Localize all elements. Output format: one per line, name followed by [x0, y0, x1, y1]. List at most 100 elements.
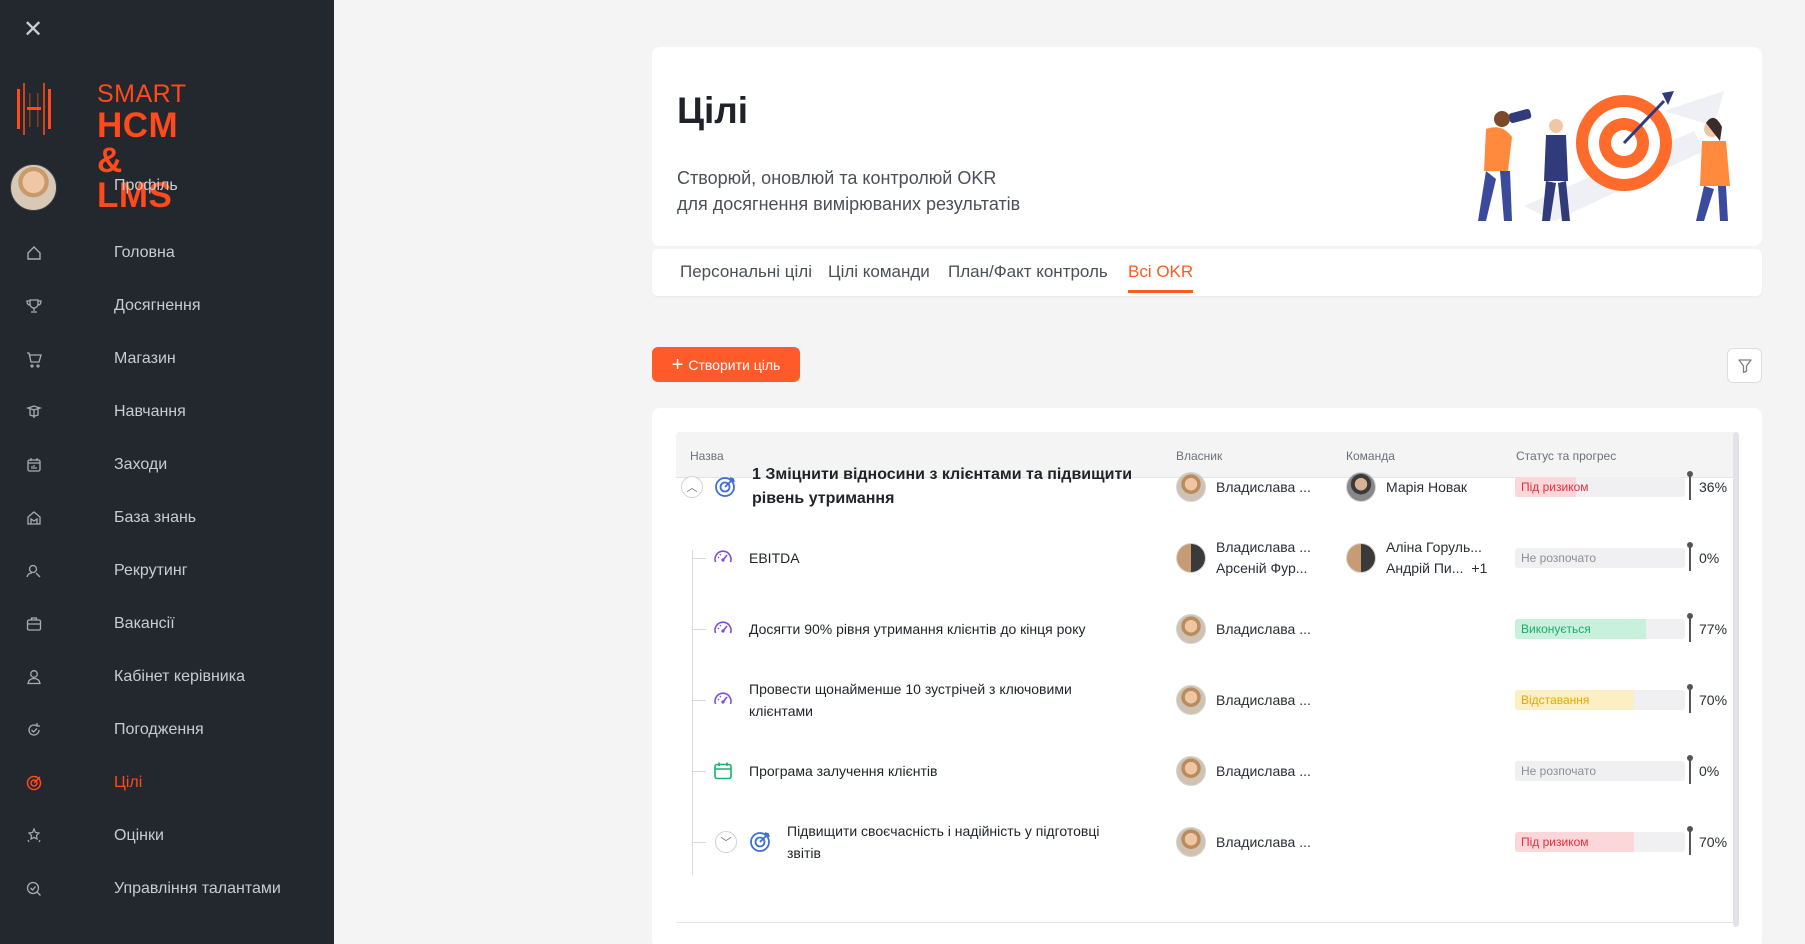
user-icon [27, 670, 41, 685]
owner-cell[interactable]: Владислава ... Арсеній Фур... [1176, 537, 1311, 579]
team-member-name: Андрій Пи... [1386, 560, 1464, 576]
status-progress-bar[interactable]: Не розпочато [1515, 548, 1685, 568]
owner-name: Владислава ... [1216, 762, 1311, 779]
avatar [1176, 614, 1206, 644]
objective-target-icon [750, 832, 770, 852]
target-marker [1687, 755, 1693, 784]
sidebar-item-label: Головна [114, 244, 175, 261]
sidebar-item-label: Профіль [114, 177, 178, 194]
sidebar-item-profile[interactable]: Профіль [10, 162, 334, 212]
owner-name: Владислава ... [1216, 478, 1311, 495]
target-marker [1687, 826, 1693, 855]
sidebar-item[interactable]: Оцінки [0, 816, 334, 856]
goal-title[interactable]: Провести щонайменше 10 зустрічей з ключо… [749, 678, 1072, 722]
status-badge: Під ризиком [1521, 835, 1589, 849]
table-row[interactable]: Програма залучення клієнтів Владислава ..… [652, 735, 1732, 807]
goal-title[interactable]: 1 Зміцнити відносини з клієнтами та підв… [752, 463, 1132, 511]
scrollbar[interactable] [1733, 432, 1739, 927]
chevron-up-icon[interactable]: ︿ [681, 476, 703, 498]
owner-cell[interactable]: Владислава ... [1176, 614, 1311, 644]
tab-plan-fact[interactable]: План/Факт контроль [948, 262, 1108, 290]
owner-name: Владислава ... [1216, 539, 1311, 555]
target-marker [1687, 471, 1693, 500]
avatar [10, 163, 57, 211]
owner-cell[interactable]: Владислава ... [1176, 685, 1311, 715]
table-row[interactable]: ﹀ Підвищити своєчасність і надійність у п… [652, 806, 1732, 878]
status-progress-bar[interactable]: Виконується [1515, 619, 1685, 639]
owner-name: Арсеній Фур... [1216, 560, 1308, 576]
owner-name: Владислава ... [1216, 691, 1311, 708]
tree-branch [692, 558, 706, 559]
sidebar-item[interactable]: Кабінет керівника [0, 657, 334, 697]
goal-title[interactable]: Досягти 90% рівня утримання клієнтів до … [749, 618, 1086, 640]
sidebar-item[interactable]: Магазин [0, 339, 334, 379]
create-goal-button[interactable]: + Створити ціль [652, 347, 800, 382]
sidebar: ✕ SMART HCM & LMS Профіль Головна Досягне… [0, 0, 334, 944]
subtitle-line: для досягнення вимірюваних результатів [677, 194, 1021, 214]
sidebar-item[interactable]: Рекрутинг [0, 551, 334, 591]
sidebar-item-label: Заходи [114, 456, 168, 473]
home-icon [27, 246, 41, 260]
sidebar-item[interactable]: Погодження [0, 710, 334, 750]
avatar [1176, 756, 1206, 786]
sidebar-item-label: Погодження [114, 721, 204, 738]
sidebar-item[interactable]: Навчання [0, 392, 334, 432]
logo: SMART HCM & LMS [17, 82, 186, 213]
close-icon[interactable]: ✕ [22, 18, 44, 42]
goal-title-line: Провести щонайменше 10 зустрічей з ключо… [749, 681, 1072, 697]
table-row[interactable]: Провести щонайменше 10 зустрічей з ключо… [652, 664, 1732, 736]
progress-percent: 0% [1699, 763, 1720, 779]
filter-icon [1737, 358, 1752, 373]
sidebar-item[interactable]: База знань [0, 498, 334, 538]
target-marker [1687, 542, 1693, 571]
trophy-icon [26, 299, 42, 313]
goal-title-line: Досягти 90% рівня утримання клієнтів до … [749, 621, 1086, 637]
table-row[interactable]: ︿ 1 Зміцнити відносини з клієнтами та під… [652, 451, 1732, 523]
filter-button[interactable] [1727, 348, 1762, 383]
page-title: Цілі [677, 90, 749, 131]
table-row[interactable]: Досягти 90% рівня утримання клієнтів до … [652, 593, 1732, 665]
logo-mark-icon [17, 83, 51, 135]
sidebar-item[interactable]: Цілі [0, 763, 334, 803]
speedometer-icon [714, 621, 732, 634]
owner-cell[interactable]: Владислава ... [1176, 756, 1311, 786]
team-member-name: Аліна Горуль... [1386, 539, 1482, 555]
goal-title-line: Підвищити своєчасність і надійність у пі… [787, 823, 1100, 839]
progress-percent: 70% [1699, 834, 1728, 850]
sidebar-item[interactable]: Заходи [0, 445, 334, 485]
status-badge: Виконується [1521, 622, 1591, 636]
team-cell[interactable]: Аліна Горуль... Андрій Пи... +1 [1346, 537, 1487, 579]
owner-cell[interactable]: Владислава ... [1176, 472, 1311, 502]
status-badge: Не розпочато [1521, 764, 1596, 778]
owner-cell[interactable]: Владислава ... [1176, 827, 1311, 857]
page-header: Цілі Створюй, оновлюй та контролюй OKR д… [652, 47, 1762, 246]
status-progress-bar[interactable]: Відставання [1515, 690, 1685, 710]
table-row[interactable]: EBITDA Владислава ... Арсеній Фур... Аліна … [652, 522, 1732, 594]
goal-title[interactable]: Підвищити своєчасність і надійність у пі… [787, 820, 1099, 864]
tab-all-okr[interactable]: Всі OKR [1128, 262, 1194, 293]
goal-title-line: клієнтами [749, 703, 813, 719]
goal-title[interactable]: Програма залучення клієнтів [749, 760, 937, 782]
progress-percent: 36% [1699, 479, 1728, 495]
calendar-icon [27, 458, 41, 472]
sidebar-item[interactable]: Головна [0, 233, 334, 273]
more-members-count[interactable]: +1 [1471, 560, 1487, 576]
sidebar-item[interactable]: Управління талантами [0, 869, 334, 909]
status-progress-bar[interactable]: Під ризиком [1515, 832, 1685, 852]
goal-title-line: звітів [787, 845, 821, 861]
progress-percent: 77% [1699, 621, 1728, 637]
tab-personal-goals[interactable]: Персональні цілі [680, 262, 812, 290]
tab-team-goals[interactable]: Цілі команди [828, 262, 930, 290]
sidebar-item[interactable]: Вакансії [0, 604, 334, 644]
status-progress-bar[interactable]: Під ризиком [1515, 477, 1685, 497]
book-icon [25, 405, 43, 418]
team-cell[interactable]: Марія Новак [1346, 472, 1467, 502]
chevron-down-icon[interactable]: ﹀ [715, 831, 737, 853]
avatar [1176, 685, 1206, 715]
goal-title[interactable]: EBITDA [749, 547, 800, 569]
status-progress-bar[interactable]: Не розпочато [1515, 761, 1685, 781]
status-badge: Не розпочато [1521, 551, 1596, 565]
tree-branch [692, 771, 706, 772]
sidebar-item[interactable]: Досягнення [0, 286, 334, 326]
knowledge-icon [27, 511, 41, 525]
